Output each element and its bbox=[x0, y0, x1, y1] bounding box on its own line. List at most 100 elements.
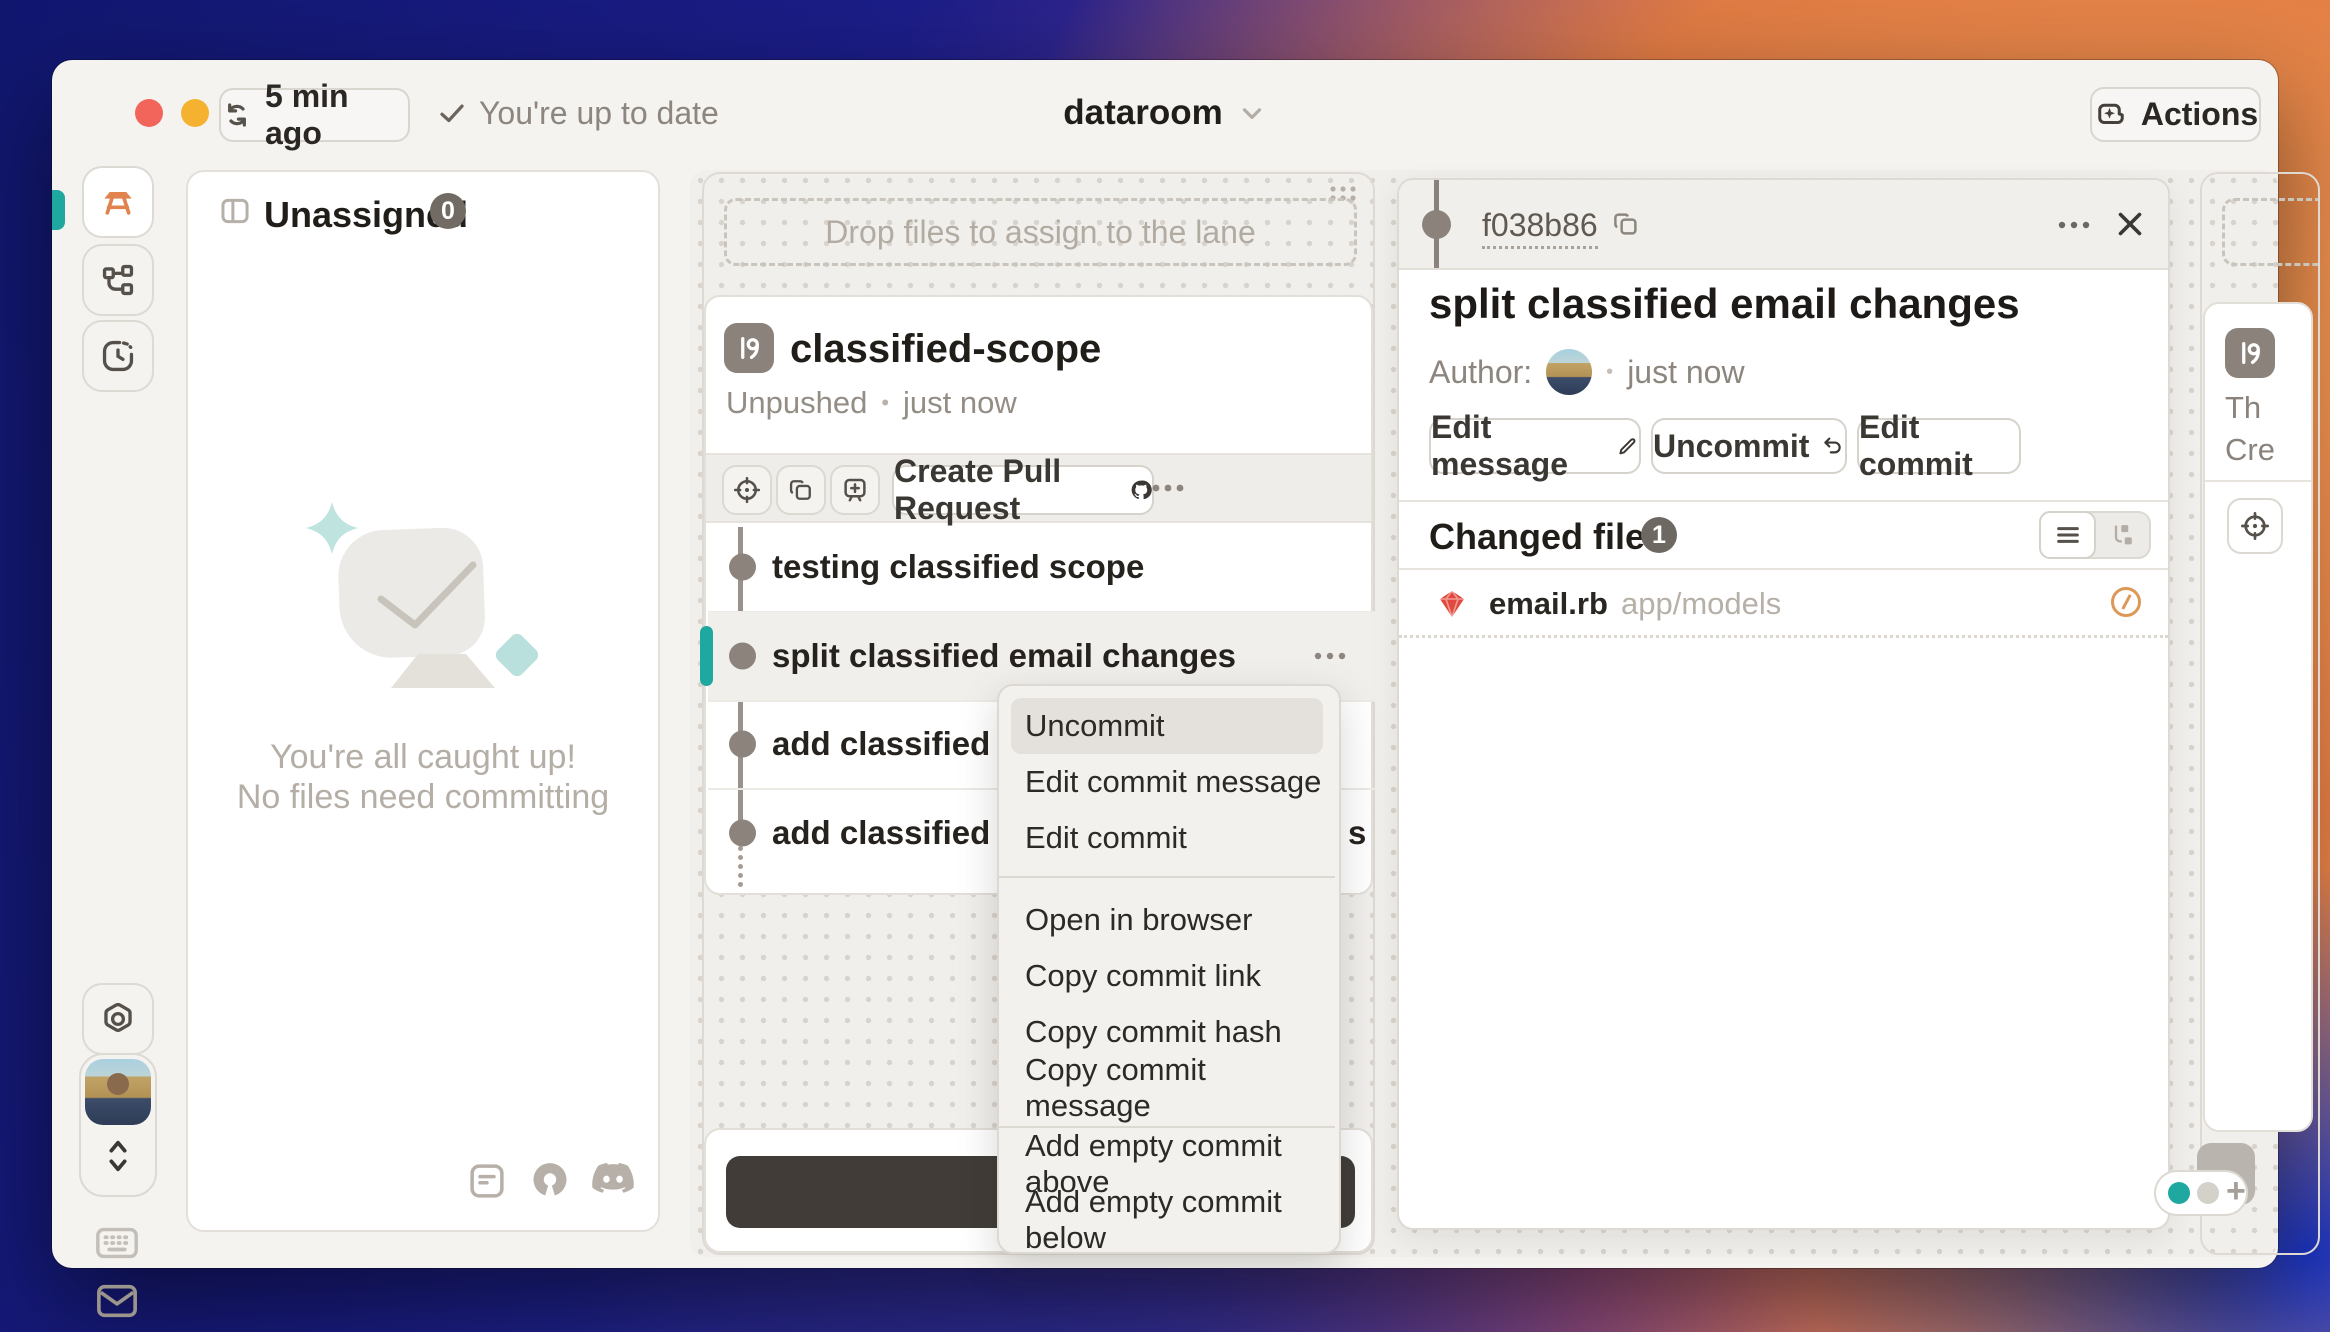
create-pull-request-button[interactable]: Create Pull Request bbox=[892, 465, 1154, 515]
close-panel-button[interactable] bbox=[2111, 205, 2149, 243]
changed-files-header: Changed files 1 bbox=[1399, 502, 2168, 568]
project-name: dataroom bbox=[1063, 93, 1222, 133]
actions-icon bbox=[2093, 97, 2129, 133]
add-dependent-branch-button[interactable] bbox=[830, 465, 880, 515]
next-branch-card: Th Cre bbox=[2203, 302, 2313, 1132]
meta-dot: • bbox=[881, 390, 889, 416]
branch-icon bbox=[724, 323, 774, 373]
menu-item-uncommit[interactable]: Uncommit bbox=[1011, 698, 1323, 754]
sidebar-rail bbox=[52, 168, 186, 1268]
discord-icon bbox=[590, 1162, 636, 1198]
selected-marker bbox=[700, 626, 713, 686]
next-lane-dropzone[interactable] bbox=[2222, 198, 2320, 266]
changed-files-label: Changed files bbox=[1429, 516, 1665, 558]
edit-commit-button[interactable]: Edit commit bbox=[1857, 418, 2021, 474]
commit-hash-link[interactable]: f038b86 bbox=[1482, 207, 1598, 249]
list-view-button[interactable] bbox=[2039, 511, 2096, 559]
ruby-file-icon bbox=[1435, 587, 1469, 621]
check-mark bbox=[371, 557, 483, 635]
file-path: app/models bbox=[1621, 586, 1781, 622]
commit-message: split classified email changes bbox=[772, 637, 1236, 675]
commit-author-row: Author: • just now bbox=[1429, 348, 1745, 396]
set-target-button[interactable] bbox=[2227, 498, 2283, 554]
actions-label: Actions bbox=[2141, 96, 2258, 133]
lane-pager: + bbox=[2154, 1170, 2248, 1216]
feedback-button[interactable] bbox=[94, 1280, 140, 1322]
note-icon bbox=[466, 1160, 508, 1202]
file-row[interactable]: email.rb app/models bbox=[1399, 568, 2168, 638]
commit-message-tail: s bbox=[1348, 814, 1366, 852]
ellipsis-icon bbox=[1146, 477, 1190, 499]
settings-button[interactable] bbox=[82, 983, 154, 1055]
menu-item-add-empty-commit-below[interactable]: Add empty commit below bbox=[1011, 1192, 1323, 1248]
pencil-icon bbox=[1616, 432, 1639, 460]
workbench-icon bbox=[98, 182, 138, 222]
chevrons-updown-icon bbox=[102, 1133, 134, 1179]
ellipsis-icon bbox=[1308, 645, 1352, 667]
modified-status-icon bbox=[2111, 587, 2141, 617]
profile-switcher[interactable] bbox=[79, 1053, 157, 1197]
author-label: Author: bbox=[1429, 354, 1532, 391]
menu-item-edit-commit-message[interactable]: Edit commit message bbox=[1011, 754, 1323, 810]
branch-updated: just now bbox=[903, 385, 1017, 421]
keyboard-shortcuts-button[interactable] bbox=[94, 1223, 140, 1263]
commit-title: split classified email changes bbox=[1429, 280, 2020, 328]
add-branch-icon bbox=[840, 475, 870, 505]
actions-button[interactable]: Actions bbox=[2090, 87, 2261, 142]
copy-icon bbox=[1611, 209, 1641, 239]
commit-panel-header: f038b86 bbox=[1399, 180, 2168, 270]
create-pr-label: Create Pull Request bbox=[894, 453, 1118, 527]
panel-footer bbox=[188, 1154, 658, 1214]
branch-menu-button[interactable] bbox=[1146, 477, 1190, 499]
menu-item-open-in-browser[interactable]: Open in browser bbox=[1011, 892, 1323, 948]
gear-icon bbox=[99, 1000, 137, 1038]
active-branch-tab bbox=[52, 190, 65, 230]
set-target-button[interactable] bbox=[722, 465, 772, 515]
tree-icon bbox=[2109, 521, 2137, 549]
next-lane-text-2: Cre bbox=[2225, 432, 2275, 468]
divider bbox=[2205, 480, 2311, 482]
discord-button[interactable] bbox=[590, 1162, 636, 1198]
pager-dot[interactable] bbox=[2197, 1182, 2219, 1204]
menu-item-copy-commit-message[interactable]: Copy commit message bbox=[1011, 1060, 1323, 1116]
menu-item-copy-commit-link[interactable]: Copy commit link bbox=[1011, 948, 1323, 1004]
changed-files-count-badge: 1 bbox=[1641, 517, 1677, 553]
duplicate-branch-button[interactable] bbox=[776, 465, 826, 515]
edit-message-label: Edit message bbox=[1431, 409, 1604, 483]
edit-message-button[interactable]: Edit message bbox=[1429, 418, 1641, 474]
commit-row[interactable]: testing classified scope bbox=[708, 523, 1375, 613]
open-source-button[interactable] bbox=[528, 1158, 572, 1202]
commit-menu-button[interactable] bbox=[1308, 645, 1352, 667]
edit-commit-label: Edit commit bbox=[1859, 409, 2019, 483]
sidebar-item-branches[interactable] bbox=[82, 244, 154, 316]
uncommit-label: Uncommit bbox=[1653, 428, 1809, 465]
unassigned-panel: Unassigned 0 You're all caught up! No fi… bbox=[186, 170, 660, 1232]
empty-state-title: You're all caught up! bbox=[188, 738, 658, 777]
empty-state-subtitle: No files need committing bbox=[188, 778, 658, 817]
release-notes-button[interactable] bbox=[466, 1160, 508, 1202]
push-status: Unpushed bbox=[726, 385, 867, 421]
branch-name[interactable]: classified-scope bbox=[790, 327, 1101, 372]
titlebar: 5 min ago You're up to date dataroom Act… bbox=[52, 60, 2278, 168]
pager-add-lane-button[interactable]: + bbox=[2226, 1180, 2246, 1202]
menu-item-edit-commit[interactable]: Edit commit bbox=[1011, 810, 1323, 866]
dropzone-label: Drop files to assign to the lane bbox=[825, 214, 1255, 251]
branch-toolbar: Create Pull Request bbox=[706, 453, 1371, 523]
tree-view-button[interactable] bbox=[2096, 513, 2149, 557]
commit-dot bbox=[729, 643, 756, 670]
uncommit-button[interactable]: Uncommit bbox=[1651, 418, 1847, 474]
commit-dot bbox=[729, 731, 756, 758]
copy-hash-button[interactable] bbox=[1611, 209, 1641, 239]
sidebar-item-workspace[interactable] bbox=[82, 166, 154, 238]
sidebar-item-history[interactable] bbox=[82, 320, 154, 392]
keyboard-icon bbox=[94, 1223, 140, 1263]
project-switcher[interactable]: dataroom bbox=[52, 88, 2278, 138]
commit-dot bbox=[729, 820, 756, 847]
branch-icon bbox=[2225, 328, 2275, 378]
empty-state-illustration: You're all caught up! No files need comm… bbox=[188, 172, 658, 1230]
panel-menu-button[interactable] bbox=[2051, 214, 2097, 236]
target-icon bbox=[2239, 510, 2271, 542]
pager-dot-active[interactable] bbox=[2168, 1182, 2190, 1204]
next-lane-text-1: Th bbox=[2225, 390, 2261, 426]
lane-dropzone[interactable]: Drop files to assign to the lane bbox=[724, 198, 1357, 266]
